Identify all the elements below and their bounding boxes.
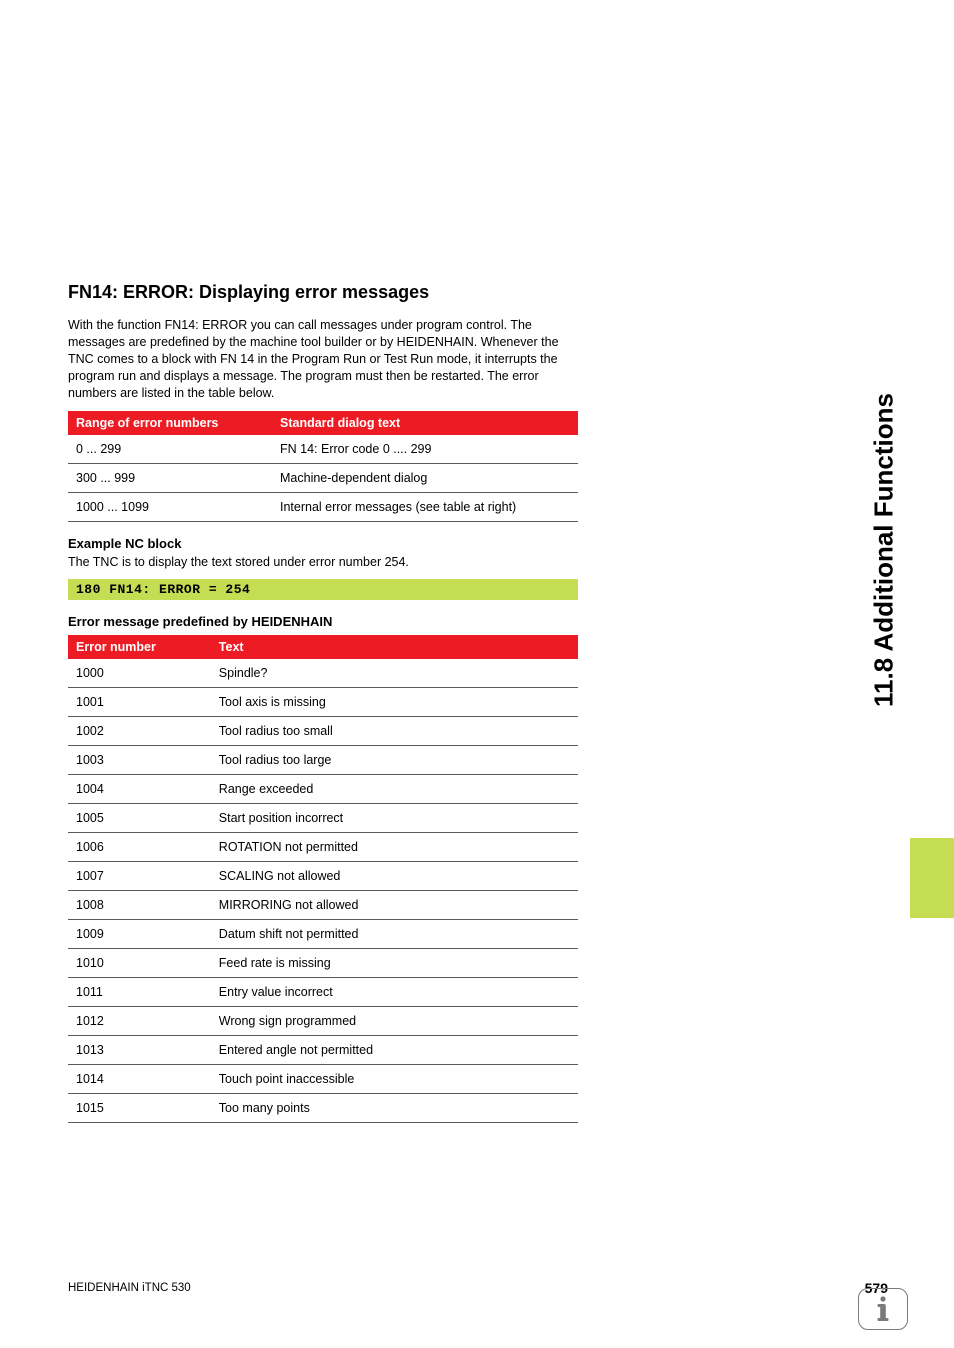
table-row: 1009Datum shift not permitted [68, 920, 578, 949]
table-row: 1006ROTATION not permitted [68, 833, 578, 862]
table-cell: Entry value incorrect [211, 978, 578, 1007]
table-cell: Feed rate is missing [211, 949, 578, 978]
table-cell: Range exceeded [211, 775, 578, 804]
table-cell: 0 ... 299 [68, 435, 272, 464]
table-cell: FN 14: Error code 0 .... 299 [272, 435, 578, 464]
table-cell: 1001 [68, 688, 211, 717]
content-column: FN14: ERROR: Displaying error messages W… [68, 282, 578, 1137]
side-tab-label: 11.8 Additional Functions [869, 393, 900, 707]
table-cell: Internal error messages (see table at ri… [272, 493, 578, 522]
table-row: 1011Entry value incorrect [68, 978, 578, 1007]
table-cell: 1012 [68, 1007, 211, 1036]
table-cell: Too many points [211, 1094, 578, 1123]
table-cell: Spindle? [211, 659, 578, 688]
table-cell: 1006 [68, 833, 211, 862]
table-header-row: Range of error numbers Standard dialog t… [68, 411, 578, 435]
table-cell: Tool radius too large [211, 746, 578, 775]
table-cell: MIRRORING not allowed [211, 891, 578, 920]
table-cell: 1000 [68, 659, 211, 688]
table-cell: Machine-dependent dialog [272, 464, 578, 493]
table-cell: 1003 [68, 746, 211, 775]
table-row: 1004Range exceeded [68, 775, 578, 804]
side-tab: 11.8 Additional Functions [860, 260, 908, 840]
table-row: 1000 ... 1099 Internal error messages (s… [68, 493, 578, 522]
table-row: 1005Start position incorrect [68, 804, 578, 833]
section-intro: With the function FN14: ERROR you can ca… [68, 317, 578, 401]
error-range-table: Range of error numbers Standard dialog t… [68, 411, 578, 522]
table-cell: Tool radius too small [211, 717, 578, 746]
table-header-cell: Standard dialog text [272, 411, 578, 435]
table-cell: 1002 [68, 717, 211, 746]
table-row: 1014Touch point inaccessible [68, 1065, 578, 1094]
info-glyph-icon [874, 1295, 892, 1323]
table-header-row: Error number Text [68, 635, 578, 659]
table-cell: 1007 [68, 862, 211, 891]
table-cell: Datum shift not permitted [211, 920, 578, 949]
table-row: 1000Spindle? [68, 659, 578, 688]
table-cell: 1008 [68, 891, 211, 920]
table-cell: 1014 [68, 1065, 211, 1094]
table-row: 1010Feed rate is missing [68, 949, 578, 978]
table-row: 1013Entered angle not permitted [68, 1036, 578, 1065]
table-cell: 1015 [68, 1094, 211, 1123]
example-heading: Example NC block [68, 536, 578, 551]
page-footer: HEIDENHAIN iTNC 530 579 [68, 1280, 888, 1296]
table-cell: 1013 [68, 1036, 211, 1065]
table-cell: 300 ... 999 [68, 464, 272, 493]
table-cell: Start position incorrect [211, 804, 578, 833]
example-code: 180 FN14: ERROR = 254 [68, 579, 578, 600]
table-cell: SCALING not allowed [211, 862, 578, 891]
table-row: 1003Tool radius too large [68, 746, 578, 775]
table-header-cell: Text [211, 635, 578, 659]
table-cell: 1005 [68, 804, 211, 833]
predefined-error-table: Error number Text 1000Spindle? 1001Tool … [68, 635, 578, 1123]
table-row: 300 ... 999 Machine-dependent dialog [68, 464, 578, 493]
table-row: 0 ... 299 FN 14: Error code 0 .... 299 [68, 435, 578, 464]
section-title: FN14: ERROR: Displaying error messages [68, 282, 578, 303]
predefined-heading: Error message predefined by HEIDENHAIN [68, 614, 578, 629]
table-cell: 1009 [68, 920, 211, 949]
table-row: 1007SCALING not allowed [68, 862, 578, 891]
footer-left: HEIDENHAIN iTNC 530 [68, 1282, 191, 1294]
table-cell: Tool axis is missing [211, 688, 578, 717]
table-row: 1008MIRRORING not allowed [68, 891, 578, 920]
table-header-cell: Range of error numbers [68, 411, 272, 435]
table-cell: Touch point inaccessible [211, 1065, 578, 1094]
table-header-cell: Error number [68, 635, 211, 659]
page: 11.8 Additional Functions FN14: ERROR: D… [0, 0, 954, 1348]
table-cell: Wrong sign programmed [211, 1007, 578, 1036]
table-row: 1001Tool axis is missing [68, 688, 578, 717]
table-row: 1012Wrong sign programmed [68, 1007, 578, 1036]
table-cell: ROTATION not permitted [211, 833, 578, 862]
example-text: The TNC is to display the text stored un… [68, 555, 578, 569]
table-cell: 1011 [68, 978, 211, 1007]
table-cell: 1010 [68, 949, 211, 978]
table-row: 1002Tool radius too small [68, 717, 578, 746]
table-cell: 1000 ... 1099 [68, 493, 272, 522]
info-icon [858, 1288, 908, 1330]
table-cell: 1004 [68, 775, 211, 804]
table-row: 1015Too many points [68, 1094, 578, 1123]
side-accent-bar [910, 838, 954, 918]
table-cell: Entered angle not permitted [211, 1036, 578, 1065]
